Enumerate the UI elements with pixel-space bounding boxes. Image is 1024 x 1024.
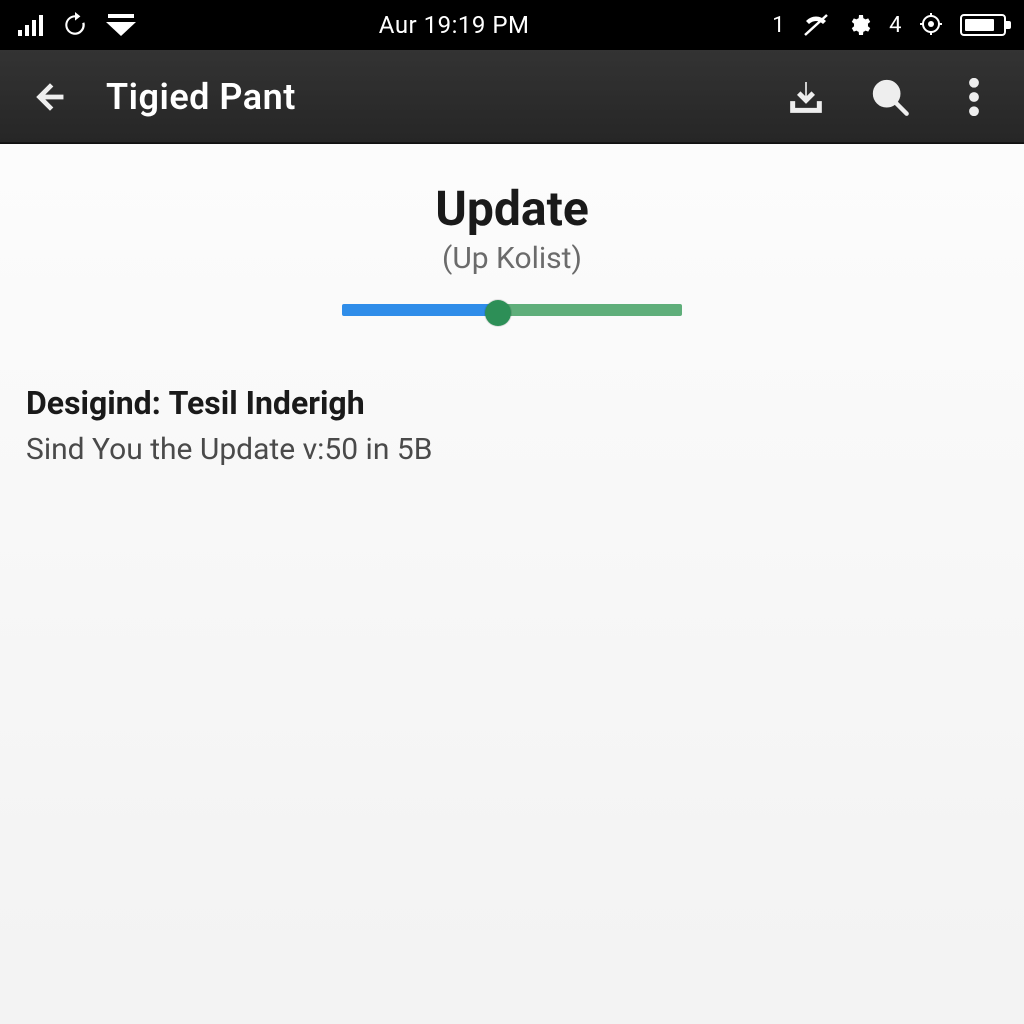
search-button[interactable] [862,69,918,125]
content: Update (Up Kolist) Desigind: Tesil Inder… [0,144,1024,1024]
location-icon [920,13,942,37]
download-button[interactable] [778,69,834,125]
gear-icon [847,13,871,37]
signal-icon [18,14,44,36]
status-left [18,12,136,38]
progress-thumb[interactable] [485,300,511,326]
overflow-menu-button[interactable] [946,69,1002,125]
status-right: 1 4 [772,13,1006,38]
progress-track [342,304,682,316]
update-block: Update (Up Kolist) [26,180,998,322]
status-clock: Aur 19:19 PM [379,11,530,39]
progress-fill-secondary [498,304,682,316]
progress-fill-primary [342,304,498,316]
update-title: Update [26,180,998,237]
no-signal-icon [803,13,829,37]
progress-bar[interactable] [342,304,682,322]
cast-icon [106,14,136,36]
description: Desigind: Tesil Inderigh Sind You the Up… [26,384,998,467]
battery-icon [960,14,1006,36]
description-line-2: Sind You the Update v:50 in 5B [26,432,998,467]
status-bar: Aur 19:19 PM 1 4 [0,0,1024,50]
app-bar: Tigied Pant [0,50,1024,144]
network-type: 4 [889,13,902,38]
back-button[interactable] [22,69,78,125]
sync-icon [62,12,88,38]
status-indicator-number: 1 [772,13,785,38]
description-label: Desigind: [26,384,161,422]
description-value: Tesil Inderigh [169,384,365,422]
page-title: Tigied Pant [106,76,296,118]
update-subtitle: (Up Kolist) [26,241,998,276]
description-line-1: Desigind: Tesil Inderigh [26,384,998,422]
